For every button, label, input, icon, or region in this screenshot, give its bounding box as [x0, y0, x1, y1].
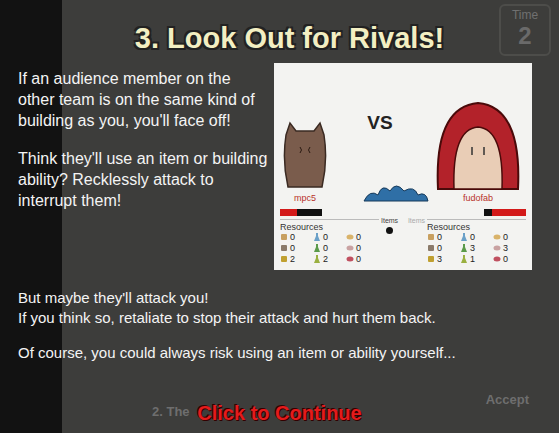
tutorial-screen: Time2Accept2. The3. Look Out for Rivals!…: [0, 0, 559, 433]
resource-cell: 0: [427, 232, 460, 242]
fighter: mpc5: [282, 121, 328, 203]
resource-cell: 0: [346, 243, 379, 253]
red-hooded-figure-icon: [432, 99, 524, 193]
resource-cell: 0: [346, 254, 379, 264]
resources-panel: Resources000000220: [280, 219, 379, 264]
continue-button[interactable]: Click to Continue: [18, 402, 541, 425]
resource-icon: [460, 244, 468, 252]
fighter: fudofab: [432, 99, 524, 203]
bomb-icon: [386, 227, 393, 234]
top-row: If an audience member on the other team …: [18, 65, 541, 270]
stats-row: Resources000000220ItemsItemsResources000…: [274, 209, 532, 270]
faceoff-illustration: mpc5VSfudofabResources000000220ItemsItem…: [274, 63, 532, 270]
text-column: If an audience member on the other team …: [18, 65, 270, 212]
item-slot: Items: [408, 217, 425, 224]
resource-icon: [346, 244, 354, 252]
bottom-text: But maybe they'll attack you!If you thin…: [18, 288, 541, 363]
resource-icon: [427, 255, 435, 263]
resource-grid: 000033310: [427, 232, 526, 264]
resource-cell: 0: [313, 232, 346, 242]
tutorial-paragraph: Of course, you could always risk using a…: [18, 343, 541, 363]
resource-cell: 0: [313, 243, 346, 253]
left-strip: [0, 0, 62, 433]
resource-grid: 000000220: [280, 232, 379, 264]
resource-icon: [493, 255, 501, 263]
resource-icon: [313, 255, 321, 263]
items-label: Items: [381, 217, 398, 224]
tutorial-paragraph: If an audience member on the other team …: [18, 69, 270, 131]
resources-label: Resources: [427, 222, 526, 232]
tutorial-title: 3. Look Out for Rivals!: [18, 22, 541, 55]
resource-icon: [313, 244, 321, 252]
accept-button: Accept: [486, 392, 529, 407]
health-bar: [280, 209, 322, 216]
items-label: Items: [408, 217, 425, 224]
brown-creature-icon: [282, 121, 328, 193]
resource-icon: [280, 244, 288, 252]
water-splash-icon: [360, 179, 432, 205]
resource-cell: 3: [427, 254, 460, 264]
tutorial-overlay: 3. Look Out for Rivals! If an audience me…: [0, 0, 559, 433]
resource-icon: [313, 233, 321, 241]
resource-cell: 1: [460, 254, 493, 264]
resource-icon: [346, 255, 354, 263]
resource-cell: 2: [313, 254, 346, 264]
resource-icon: [280, 255, 288, 263]
resource-icon: [493, 244, 501, 252]
step-label: 2. The: [152, 404, 190, 419]
tutorial-paragraph: Think they'll use an item or building ab…: [18, 149, 270, 211]
fighter-name: fudofab: [463, 193, 493, 203]
resource-cell: 3: [460, 243, 493, 253]
resource-cell: 0: [427, 243, 460, 253]
resource-icon: [460, 255, 468, 263]
resource-icon: [427, 244, 435, 252]
health-fill: [280, 209, 297, 216]
resource-icon: [346, 233, 354, 241]
resource-cell: 3: [493, 243, 526, 253]
resource-cell: 0: [493, 254, 526, 264]
time-box: Time2: [499, 4, 551, 56]
resource-cell: 2: [280, 254, 313, 264]
resource-icon: [280, 233, 288, 241]
resource-icon: [493, 233, 501, 241]
arena: mpc5 VS fudofab: [274, 63, 532, 209]
item-slot: Items: [381, 217, 398, 234]
resource-cell: 0: [346, 232, 379, 242]
resource-cell: 0: [493, 232, 526, 242]
resource-cell: 0: [460, 232, 493, 242]
resources-label: Resources: [280, 222, 379, 232]
items-column: Items Items: [381, 209, 425, 264]
time-value: 2: [518, 22, 531, 50]
resource-cell: 0: [280, 232, 313, 242]
resource-cell: 0: [280, 243, 313, 253]
tutorial-paragraph: But maybe they'll attack you!If you thin…: [18, 288, 541, 327]
resource-icon: [427, 233, 435, 241]
player-stats: Resources000000220: [280, 209, 379, 264]
health-fill: [492, 209, 526, 216]
player-stats: Resources000033310: [427, 209, 526, 264]
health-bar: [484, 209, 526, 216]
vs-label: VS: [367, 112, 392, 134]
fighter-name: mpc5: [294, 193, 316, 203]
resource-icon: [460, 233, 468, 241]
resources-panel: Resources000033310: [427, 219, 526, 264]
